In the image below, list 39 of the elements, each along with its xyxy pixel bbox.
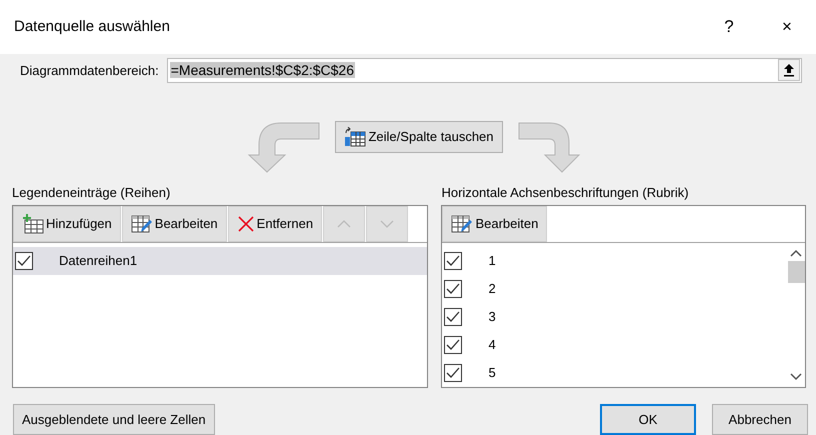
scroll-down-icon[interactable] <box>790 373 802 381</box>
chevron-up-icon <box>337 219 352 229</box>
checkbox[interactable] <box>444 280 462 298</box>
range-field[interactable]: =Measurements!$C$2:$C$26 <box>166 58 802 83</box>
list-item[interactable]: Datenreihen1 <box>13 247 428 275</box>
section-title: Legendeneinträge (Reihen) <box>12 184 172 202</box>
ok-button[interactable]: OK <box>600 404 696 435</box>
collapse-button[interactable] <box>778 59 800 82</box>
list-item[interactable]: 1 <box>442 247 787 275</box>
close-icon <box>236 215 255 233</box>
swap-table-icon <box>344 126 366 147</box>
help-button[interactable]: ? <box>700 13 758 41</box>
checkbox[interactable] <box>444 364 462 382</box>
scrollbar-thumb[interactable] <box>788 261 804 283</box>
close-button[interactable]: × <box>758 13 816 41</box>
edit-table-icon <box>451 214 474 234</box>
checkbox[interactable] <box>444 336 462 354</box>
checkbox[interactable] <box>15 252 33 270</box>
list-item[interactable]: 5 <box>442 359 787 387</box>
checkbox[interactable] <box>444 252 462 270</box>
edit-table-icon <box>130 214 153 234</box>
add-table-icon <box>22 214 44 234</box>
section-title: Horizontale Achsenbeschriftungen (Rubrik) <box>441 184 690 202</box>
remove-button[interactable]: Entfernen <box>228 206 322 242</box>
upload-arrow-icon <box>783 63 795 78</box>
window-title: Datenquelle auswählen <box>14 16 171 37</box>
list-item[interactable]: 3 <box>442 303 787 331</box>
checkbox[interactable] <box>444 308 462 326</box>
hidden-cells-button[interactable]: Ausgeblendete und leere Zellen <box>13 404 215 435</box>
scroll-up-icon[interactable] <box>790 249 802 257</box>
list-item[interactable]: 4 <box>442 331 787 359</box>
edit-button[interactable]: Bearbeiten <box>442 206 548 242</box>
add-button[interactable]: Hinzufügen <box>13 206 121 242</box>
list-item[interactable]: 2 <box>442 275 787 303</box>
swap-button[interactable]: Zeile/Spalte tauschen <box>335 120 503 153</box>
chevron-down-icon <box>380 219 394 229</box>
cancel-button[interactable]: Abbrechen <box>712 404 808 435</box>
edit-button[interactable]: Bearbeiten <box>122 206 227 242</box>
range-label: Diagrammdatenbereich: <box>20 62 159 80</box>
